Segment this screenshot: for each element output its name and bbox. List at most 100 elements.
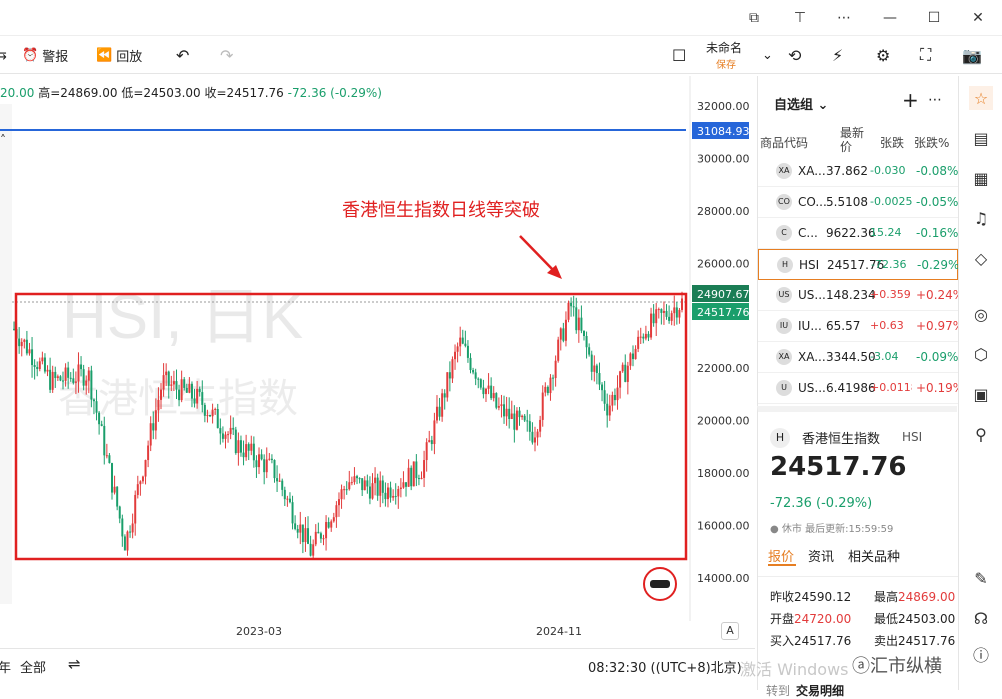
candle-body [72,378,75,383]
range-partial[interactable]: 年 [0,657,11,676]
watchlist-icon[interactable]: ☆ [969,86,993,110]
headset-icon[interactable]: ☊ [969,606,993,630]
candle-body [466,345,469,358]
watchlist-row[interactable]: H HSI 24517.76 -72.36 -0.29% [758,249,960,280]
ohlc-change: -72.36 (-0.29%) [287,86,382,100]
candle-body [121,518,124,537]
candle-body [549,377,552,394]
candle-body [157,399,160,411]
calendar-icon[interactable]: ▦ [969,166,993,190]
candle-body [85,380,88,386]
col-last[interactable]: 最新价 [840,126,866,154]
time-axis[interactable]: 2023-03 2024-11 A [0,620,755,644]
col-symbol[interactable]: 商品代码 [760,134,808,151]
watchlist-row[interactable]: XA XA... 37.862 -0.030 -0.08% [758,156,958,187]
candle-body [678,309,681,318]
row-pct: -0.29% [917,258,960,272]
candle-body [505,408,508,417]
candle-body [242,452,245,458]
candle-body [162,375,165,390]
col-pct[interactable]: 张跌% [914,134,949,151]
add-icon[interactable]: + [902,88,919,112]
row-last: 3344.50 [826,350,876,364]
candle-body [139,481,142,485]
layout-name[interactable]: 未命名 保存 [706,39,742,71]
tab-related[interactable]: 相关品种 [848,546,900,565]
candle-body [603,390,606,404]
toolbar-partial-item[interactable]: ⇆ [0,45,7,65]
tag-icon[interactable]: ✎ [969,566,993,590]
picture-icon[interactable]: ⧉ [742,6,766,30]
clock-display[interactable]: 08:32:30 ((UTC+8)北京) [588,657,742,676]
auto-scale-button[interactable]: A [721,622,739,640]
info-icon[interactable]: ⓘ [969,642,993,666]
watchlist-row[interactable]: XA XA... 3344.50 -3.04 -0.09% [758,342,958,373]
candle-body [252,443,255,461]
candle-body [294,523,297,529]
close-icon[interactable]: ✕ [966,6,990,30]
candle-body [317,531,320,534]
candle-body [283,489,286,500]
replay-button[interactable]: ⏪ 回放 [96,45,142,65]
chevron-down-icon[interactable]: ⌄ [762,45,773,65]
candle-body [562,328,565,341]
fullscreen-icon[interactable]: ⛶ [920,45,931,65]
alert-button[interactable]: ⏰ 警报 [22,45,68,65]
x-label: 2023-03 [236,625,282,638]
more-icon[interactable]: ⋯ [928,92,942,108]
candle-body [637,336,640,349]
annotation-text[interactable]: 香港恒生指数日线等突破 [342,200,540,221]
candle-body [183,379,186,388]
candle-body [25,339,28,354]
tab-news[interactable]: 资讯 [808,546,834,565]
candle-body [126,531,129,551]
candle-body [454,351,457,360]
grid-icon[interactable]: ▣ [969,382,993,406]
undo-button[interactable]: ↶ [176,45,189,65]
price-tick-label: 32000.00 [697,100,750,113]
col-change[interactable]: 张跌 [880,134,904,151]
maximize-icon[interactable]: ☐ [922,6,946,30]
price-chart[interactable]: ˄ HSI, 日K 香港恒生指数 香港恒生指数日线等突破 32000.00300… [0,76,755,644]
settings-icon[interactable]: ⚙ [876,45,890,65]
notes-icon[interactable]: ▤ [969,126,993,150]
tab-quote[interactable]: 报价 [768,546,794,565]
candle-body [276,478,279,482]
candle-body [154,410,157,431]
checkbox-icon[interactable]: ☐ [672,45,686,65]
target-icon[interactable]: ◎ [969,302,993,326]
candle-body [340,489,343,500]
layers-icon[interactable]: ◇ [969,246,993,270]
watchlist-row[interactable]: IU IU... 65.57 +0.63 +0.97% [758,311,964,342]
tree-icon[interactable]: ⚲ [969,422,993,446]
open: 开盘24720.00 [770,612,852,626]
candle-body [67,367,70,378]
camera-icon[interactable]: 📷 [962,45,982,65]
candle-body [224,434,227,439]
calendar-range-icon[interactable]: ⇌ [68,655,81,673]
annotation-arrow[interactable] [519,235,556,273]
candle-body [464,343,467,346]
minimize-icon[interactable]: — [878,6,902,30]
watchlist-row[interactable]: US US... 148.234 +0.359 +0.24% [758,280,964,311]
candle-body [443,393,446,398]
price-tick-label: 26000.00 [697,257,750,270]
candle-body [626,365,629,382]
price-change: -72.36 (-0.29%) [770,496,873,511]
candle-body [554,360,557,379]
redo-button[interactable]: ↷ [220,45,233,65]
watchlist-row[interactable]: C C... 9622.36 15.24 -0.16% [758,218,958,249]
symbol-icon: IU [776,318,792,334]
watchlist-row[interactable]: U US...6.41986+0.01186 +0.19% [758,373,964,404]
chart-area[interactable]: ˄ HSI, 日K 香港恒生指数 香港恒生指数日线等突破 32000.00 300… [0,76,755,644]
range-all-button[interactable]: 全部 [20,657,46,676]
bell-icon[interactable]: ♫ [969,206,993,230]
trade-detail-header[interactable]: 交易明细 [796,682,844,699]
quick-search-icon[interactable]: ⚡ [832,45,843,65]
more-icon[interactable]: ⋯ [832,6,856,30]
watchlist-title[interactable]: 自选组 ⌄ [774,94,828,113]
watchlist-row[interactable]: CO CO... 5.5108 -0.0025 -0.05% [758,187,958,218]
pin-icon[interactable]: ⊤ [788,6,812,30]
cube-icon[interactable]: ⬡ [969,342,993,366]
sync-icon[interactable]: ⟲ [788,45,801,65]
